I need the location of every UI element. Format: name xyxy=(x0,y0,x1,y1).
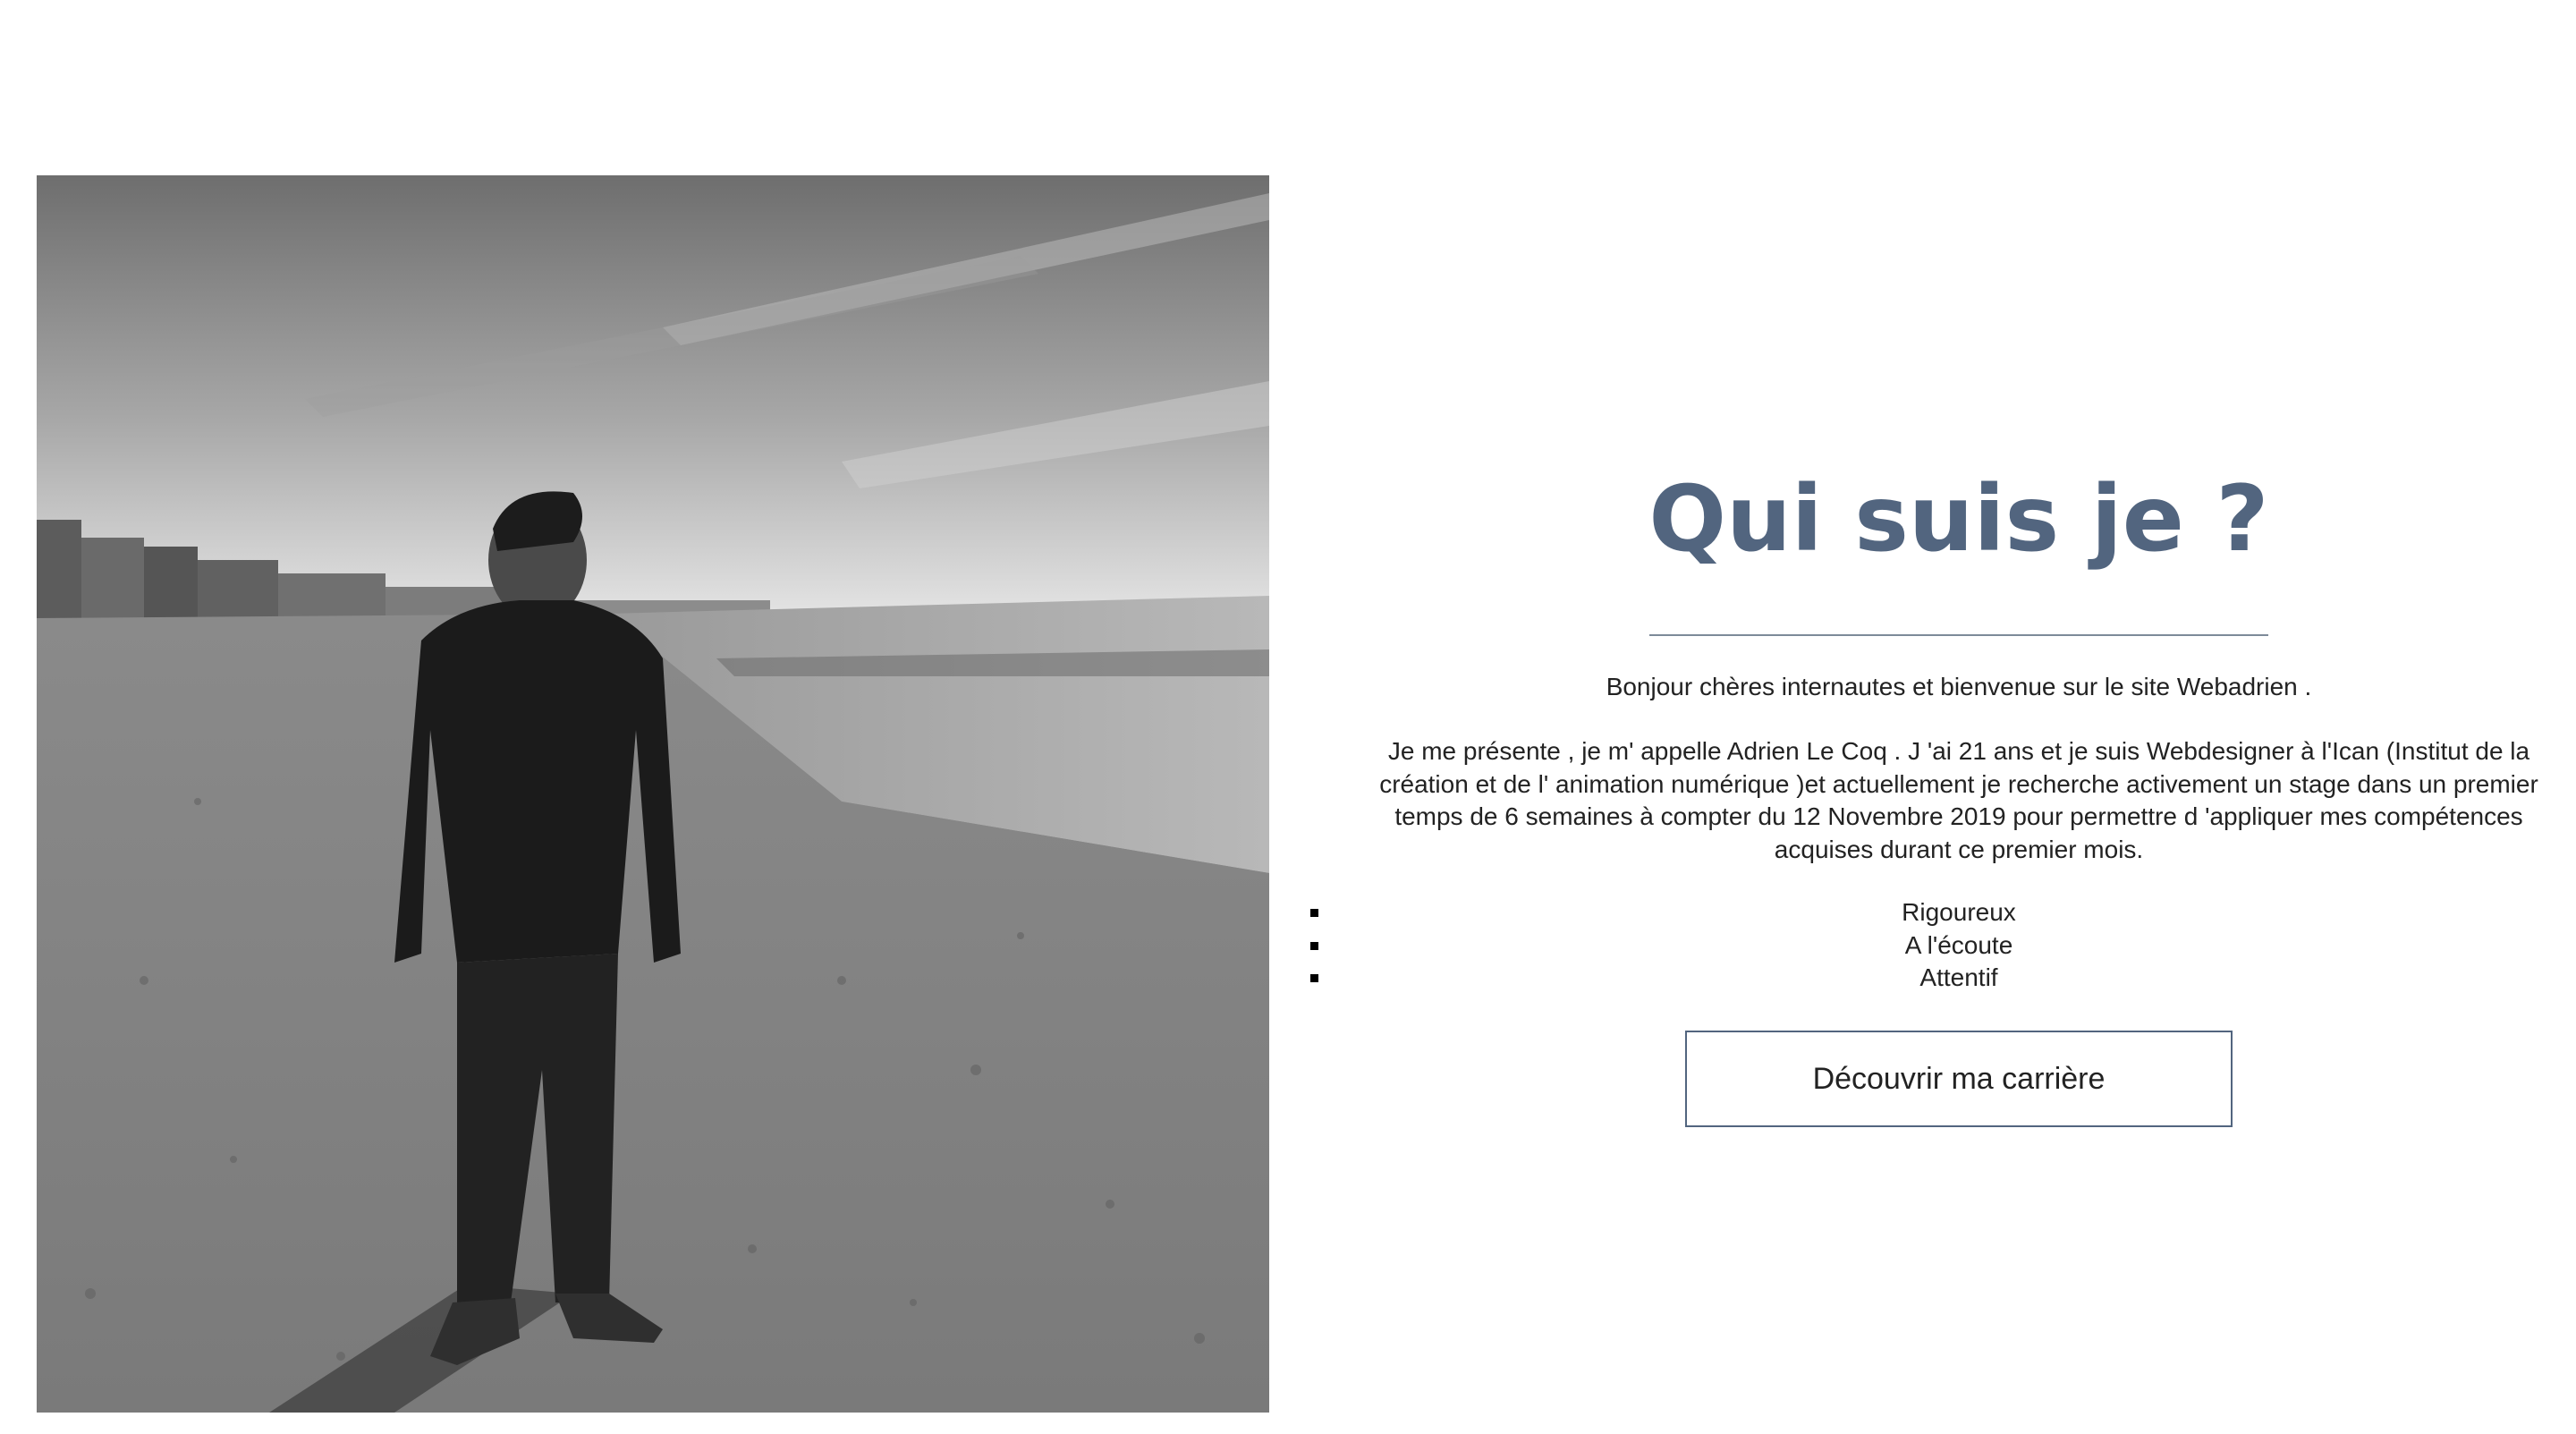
intro-text: Bonjour chères internautes et bienvenue … xyxy=(1606,673,2312,700)
portrait-photo-beach xyxy=(37,175,1269,1413)
profile-photo xyxy=(37,175,1269,1413)
about-page: Qui suis je ? Bonjour chères internautes… xyxy=(0,0,2576,1434)
bullet-square-icon xyxy=(1310,909,1318,917)
quality-label: Attentif xyxy=(1919,963,1998,991)
qualities-list: Rigoureux A l'écoute Attentif xyxy=(1306,896,2576,995)
list-item: Rigoureux xyxy=(1306,896,2576,929)
quality-label: Rigoureux xyxy=(1902,898,2016,926)
presentation-text: Je me présente , je m' appelle Adrien Le… xyxy=(1379,737,2538,863)
list-item: A l'écoute xyxy=(1306,929,2576,963)
title-divider xyxy=(1649,634,2268,636)
list-item: Attentif xyxy=(1306,962,2576,995)
bullet-square-icon xyxy=(1310,974,1318,982)
discover-career-button[interactable]: Découvrir ma carrière xyxy=(1685,1031,2233,1127)
quality-label: A l'écoute xyxy=(1904,930,2013,959)
bullet-square-icon xyxy=(1310,941,1318,950)
page-title: Qui suis je ? xyxy=(1648,466,2269,573)
